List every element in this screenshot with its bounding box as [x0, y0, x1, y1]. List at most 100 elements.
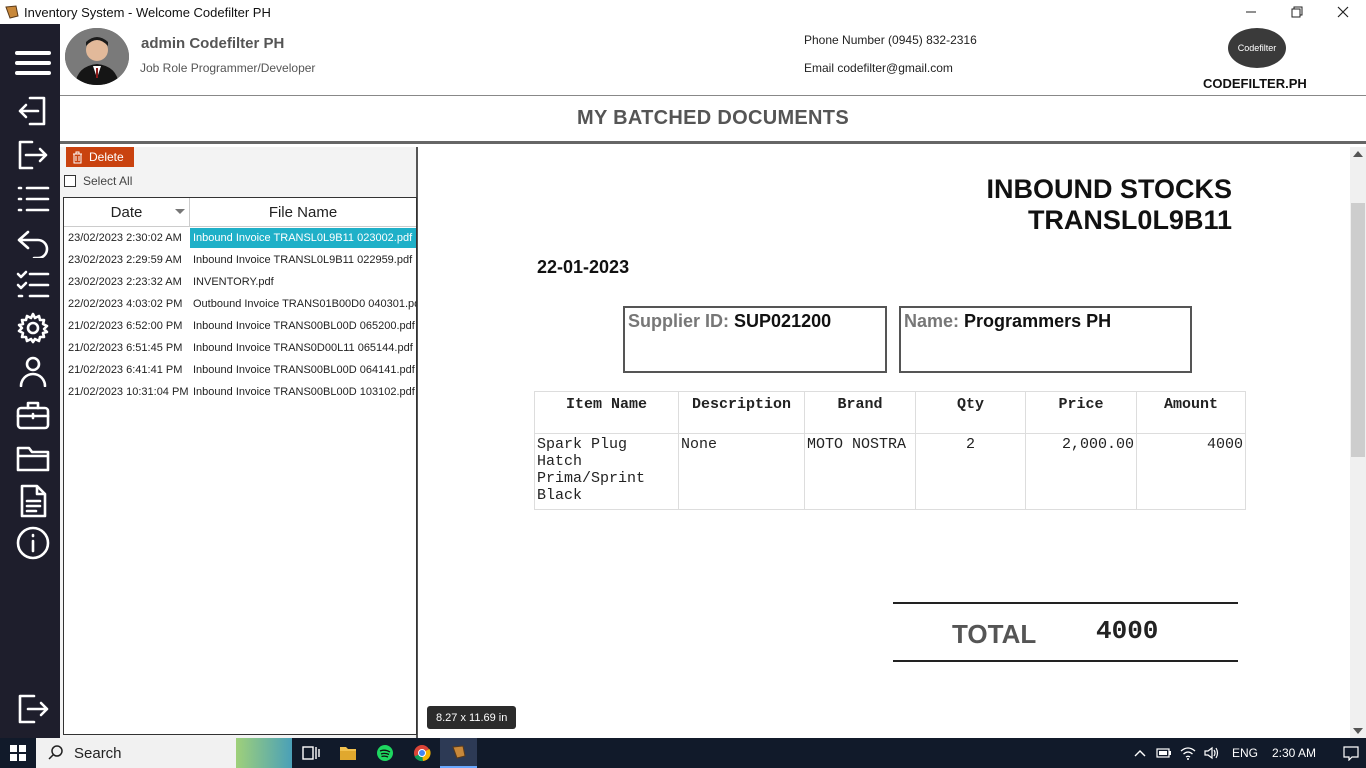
brand-logo: Codefilter	[1228, 28, 1286, 68]
sidebar-item-stock-out[interactable]	[14, 136, 52, 174]
chevron-up-icon	[1134, 750, 1146, 757]
user-name: admin Codefilter PH	[141, 35, 285, 52]
windows-icon	[10, 745, 26, 761]
sidebar-item-settings[interactable]	[14, 309, 52, 347]
search-label: Search	[74, 744, 122, 762]
chrome-icon	[413, 745, 431, 762]
spotify-button[interactable]	[366, 738, 403, 768]
minimize-button[interactable]	[1228, 0, 1274, 24]
inventory-app-icon	[451, 745, 466, 759]
battery-button[interactable]	[1152, 748, 1176, 758]
restore-icon	[1291, 6, 1303, 18]
user-role: Job Role Programmer/Developer	[140, 61, 316, 75]
file-date: 23/02/2023 2:30:02 AM	[68, 232, 182, 244]
avatar	[65, 28, 129, 85]
file-name: Inbound Invoice TRANSL0L9B11 022959.pdf	[193, 254, 413, 266]
window-title: Inventory System - Welcome Codefilter PH	[24, 4, 271, 20]
tray-chevron-button[interactable]	[1128, 749, 1152, 757]
sidebar-item-list[interactable]	[14, 180, 52, 218]
inventory-app-button[interactable]	[440, 738, 477, 768]
folder-icon	[16, 446, 50, 472]
taskbar-search[interactable]: Search	[36, 738, 292, 768]
scroll-up-icon[interactable]	[1353, 151, 1363, 157]
column-header-date[interactable]: Date	[64, 198, 190, 226]
page-size-tooltip: 8.27 x 11.69 in	[427, 706, 517, 729]
clock[interactable]: 2:30 AM	[1272, 746, 1316, 760]
cell-item-name: Spark Plug Hatch Prima/Sprint Black	[534, 433, 679, 510]
arrow-right-bracket-icon	[18, 140, 48, 170]
sidebar-item-stock-in[interactable]	[14, 92, 52, 130]
file-name: Inbound Invoice TRANS00BL00D 065200.pdf	[193, 320, 415, 332]
language-indicator[interactable]: ENG	[1232, 746, 1258, 760]
speaker-icon	[1204, 746, 1219, 760]
items-table-header: Item Name Description Brand Qty Price Am…	[534, 391, 1246, 434]
sidebar-item-about[interactable]	[14, 524, 52, 562]
select-all-label: Select All	[83, 174, 133, 188]
hamburger-icon	[15, 51, 51, 75]
document-title: INBOUND STOCKS TRANSL0L9B11	[986, 174, 1232, 236]
sidebar	[0, 24, 60, 738]
phone-number: Phone Number (0945) 832-2316	[804, 33, 977, 47]
file-row[interactable]: 21/02/2023 6:51:45 PM Inbound Invoice TRA…	[64, 337, 416, 359]
info-icon	[16, 526, 50, 560]
close-button[interactable]	[1320, 0, 1366, 24]
file-row[interactable]: 21/02/2023 6:41:41 PM Inbound Invoice TRA…	[64, 359, 416, 381]
cell-qty: 2	[915, 433, 1026, 510]
logout-button[interactable]	[14, 690, 52, 728]
file-row[interactable]: 21/02/2023 6:52:00 PM Inbound Invoice TRA…	[64, 315, 416, 337]
file-row[interactable]: 23/02/2023 2:30:02 AM Inbound Invoice TRA…	[64, 227, 416, 249]
app-icon	[5, 5, 19, 19]
file-date: 22/02/2023 4:03:02 PM	[68, 298, 183, 310]
spotify-icon	[376, 745, 393, 761]
menu-button[interactable]	[14, 44, 52, 82]
title-bar: Inventory System - Welcome Codefilter PH	[0, 0, 1366, 24]
page-title-bar: MY BATCHED DOCUMENTS	[60, 96, 1366, 144]
taskbar: Search ENG 2:30 AM	[0, 738, 1366, 768]
total-divider-top	[893, 602, 1238, 604]
sidebar-item-user[interactable]	[14, 352, 52, 390]
file-row[interactable]: 23/02/2023 2:23:32 AM INVENTORY.pdf	[64, 271, 416, 293]
notifications-button[interactable]	[1336, 745, 1366, 761]
list-icon	[17, 186, 50, 212]
undo-arrow-icon	[17, 230, 49, 258]
file-date: 21/02/2023 6:51:45 PM	[68, 342, 183, 354]
cell-amount: 4000	[1136, 433, 1246, 510]
scroll-down-icon[interactable]	[1353, 728, 1363, 734]
file-date: 23/02/2023 2:29:59 AM	[68, 254, 182, 266]
file-row[interactable]: 23/02/2023 2:29:59 AM Inbound Invoice TRA…	[64, 249, 416, 271]
wifi-icon	[1180, 747, 1196, 760]
cell-brand: MOTO NOSTRA	[804, 433, 916, 510]
sidebar-item-documents[interactable]	[14, 482, 52, 520]
column-header: Amount	[1136, 391, 1246, 434]
delete-button[interactable]: Delete	[66, 147, 134, 167]
file-name: Inbound Invoice TRANS0D00L11 065144.pdf	[193, 342, 413, 354]
select-all-checkbox[interactable]: Select All	[64, 174, 132, 188]
network-button[interactable]	[1176, 746, 1200, 760]
search-highlight-art	[236, 738, 292, 768]
header: admin Codefilter PH Job Role Programmer/…	[60, 24, 1366, 96]
start-button[interactable]	[0, 738, 36, 768]
viewer-scrollbar[interactable]	[1350, 147, 1366, 738]
sidebar-item-checklist[interactable]	[14, 266, 52, 304]
pdf-viewer[interactable]: INBOUND STOCKS TRANSL0L9B11 22-01-2023 S…	[420, 147, 1350, 738]
restore-button[interactable]	[1274, 0, 1320, 24]
file-name: Outbound Invoice TRANS01B00D0 040301.pdf	[193, 298, 416, 310]
column-header-date-label: Date	[110, 203, 143, 221]
file-row[interactable]: 22/02/2023 4:03:02 PM Outbound Invoice TR…	[64, 293, 416, 315]
checkbox-box[interactable]	[64, 175, 76, 187]
column-header-file-name[interactable]: File Name	[190, 198, 416, 226]
column-header: Item Name	[534, 391, 679, 434]
volume-button[interactable]	[1200, 746, 1224, 760]
sidebar-item-folder[interactable]	[14, 439, 52, 477]
file-list[interactable]: Date File Name 23/02/2023 2:30:02 AM Inbo…	[63, 197, 417, 735]
sidebar-item-return[interactable]	[14, 224, 52, 262]
scrollbar-thumb[interactable]	[1351, 203, 1365, 457]
supplier-name-value: Programmers PH	[964, 311, 1112, 331]
gear-icon	[17, 312, 49, 344]
file-explorer-button[interactable]	[329, 738, 366, 768]
task-view-button[interactable]	[292, 738, 329, 768]
file-row[interactable]: 21/02/2023 10:31:04 PM Inbound Invoice TR…	[64, 381, 416, 403]
sidebar-item-briefcase[interactable]	[14, 396, 52, 434]
supplier-name-box: Name: Programmers PH	[899, 306, 1192, 373]
chrome-button[interactable]	[403, 738, 440, 768]
